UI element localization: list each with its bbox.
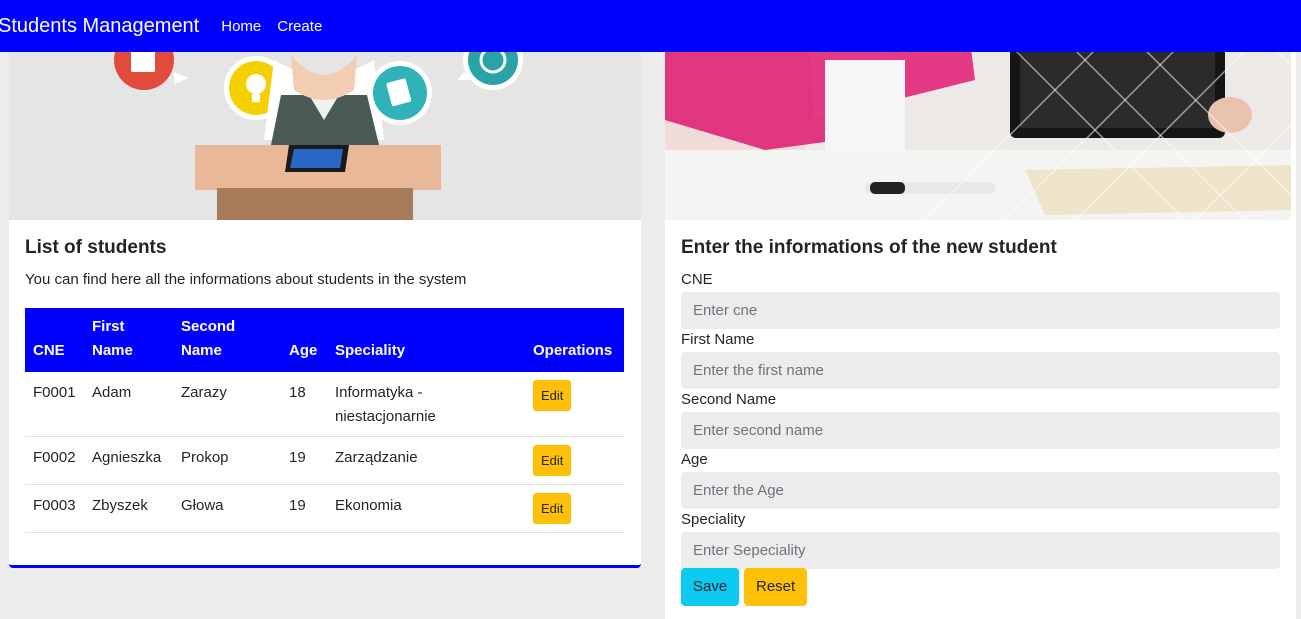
cell-operations: Edit	[525, 372, 624, 437]
students-table: CNE First Name Second Name Age Specialit…	[25, 308, 624, 533]
list-title: List of students	[25, 237, 167, 258]
column-header-speciality: Speciality	[335, 342, 406, 359]
cell-operations: Edit	[525, 484, 624, 533]
cne-label: CNE	[681, 271, 713, 288]
table-row: F0002 Agnieszka Prokop 19 Zarządzanie Ed…	[25, 436, 624, 485]
table-row: F0003 Zbyszek Głowa 19 Ekonomia Edit	[25, 484, 624, 533]
edit-button[interactable]: Edit	[533, 492, 572, 524]
first-name-input[interactable]	[681, 352, 1280, 389]
list-description: You can find here all the informations a…	[25, 271, 467, 288]
table-header-row: CNE First Name Second Name Age Specialit…	[25, 308, 624, 372]
cell-second-name: Głowa	[173, 484, 281, 533]
age-label: Age	[681, 451, 708, 468]
cell-age: 19	[281, 436, 327, 485]
nav-link-create[interactable]: Create	[277, 18, 322, 35]
cell-cne: F0001	[25, 372, 84, 437]
cell-cne: F0003	[25, 484, 84, 533]
cell-first-name: Agnieszka	[84, 436, 173, 485]
edit-button[interactable]: Edit	[533, 444, 572, 476]
column-header-first-name: First Name	[92, 318, 133, 359]
column-header-cne: CNE	[33, 342, 65, 359]
save-button[interactable]: Save	[681, 568, 740, 606]
speciality-label: Speciality	[681, 511, 746, 528]
cell-operations: Edit	[525, 436, 624, 485]
column-header-second-name: Second Name	[181, 318, 236, 359]
students-list-card: List of students You can find here all t…	[9, 0, 641, 568]
cell-cne: F0002	[25, 436, 84, 485]
cell-age: 19	[281, 484, 327, 533]
cell-speciality: Zarządzanie	[327, 436, 525, 485]
top-navbar: Students Management Home Create	[0, 0, 1301, 52]
age-input[interactable]	[681, 472, 1280, 509]
speciality-input[interactable]	[681, 532, 1280, 569]
second-name-label: Second Name	[681, 391, 777, 408]
cell-first-name: Zbyszek	[84, 484, 173, 533]
cell-speciality: Ekonomia	[327, 484, 525, 533]
cell-second-name: Prokop	[173, 436, 281, 485]
cell-speciality: Informatyka - niestacjonarnie	[327, 372, 525, 437]
column-header-operations: Operations	[533, 342, 613, 359]
cne-input[interactable]	[681, 292, 1280, 329]
cell-first-name: Adam	[84, 372, 173, 437]
second-name-input[interactable]	[681, 412, 1280, 449]
column-header-age: Age	[289, 342, 318, 359]
first-name-label: First Name	[681, 331, 755, 348]
form-title: Enter the informations of the new studen…	[681, 237, 1057, 258]
new-student-form-card: Enter the informations of the new studen…	[665, 0, 1296, 619]
edit-button[interactable]: Edit	[533, 380, 572, 411]
nav-link-home[interactable]: Home	[221, 18, 261, 35]
reset-button[interactable]: Reset	[744, 568, 808, 606]
cell-age: 18	[281, 372, 327, 437]
table-row: F0001 Adam Zarazy 18 Informatyka - niest…	[25, 372, 624, 437]
navbar-brand[interactable]: Students Management	[0, 15, 199, 38]
cell-second-name: Zarazy	[173, 372, 281, 437]
